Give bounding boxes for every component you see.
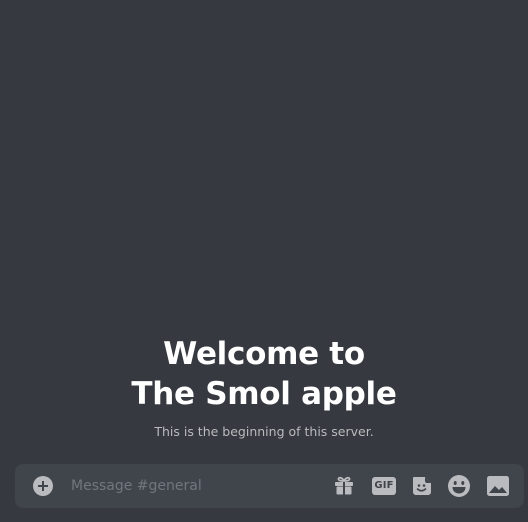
welcome-title-line1: Welcome to: [163, 336, 365, 372]
emoji-icon: [448, 475, 470, 497]
upload-image-button[interactable]: [486, 474, 510, 498]
gif-button[interactable]: GIF: [372, 474, 396, 498]
message-composer: GIF: [15, 464, 524, 508]
gift-icon: [335, 476, 353, 495]
plus-circle-icon: [33, 476, 53, 496]
welcome-title-line2: The Smol apple: [131, 376, 397, 412]
gift-button[interactable]: [332, 474, 356, 498]
chat-area: Welcome to The Smol apple This is the beg…: [0, 0, 528, 522]
sticker-button[interactable]: [410, 474, 434, 498]
emoji-button[interactable]: [447, 474, 471, 498]
attach-button[interactable]: [33, 476, 53, 496]
sticker-icon: [413, 477, 431, 495]
welcome-subtitle: This is the beginning of this server.: [154, 424, 374, 439]
image-icon: [487, 476, 509, 496]
welcome-title: Welcome to The Smol apple: [0, 334, 528, 414]
welcome-section: Welcome to The Smol apple This is the beg…: [0, 334, 528, 439]
gif-icon: GIF: [372, 477, 396, 495]
message-input[interactable]: [71, 474, 321, 498]
